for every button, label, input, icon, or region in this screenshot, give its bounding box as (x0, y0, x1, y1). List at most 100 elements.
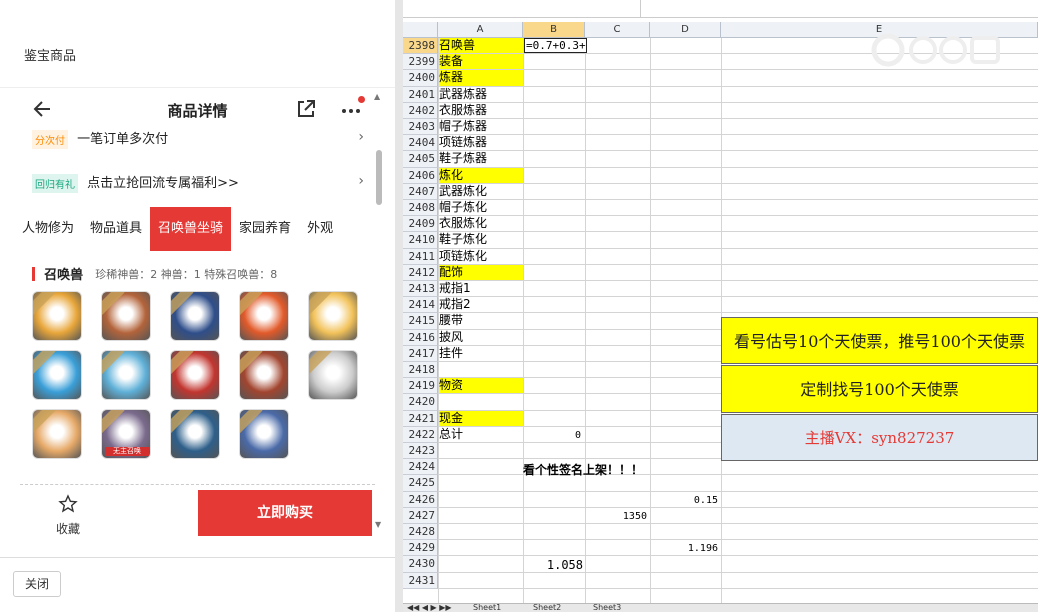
tab-character[interactable]: 人物修为 (14, 207, 82, 251)
summon-avatar[interactable] (308, 291, 358, 341)
cell-d2429[interactable]: 1.196 (650, 543, 718, 554)
row-header[interactable]: 2420 (403, 394, 438, 411)
row-header[interactable]: 2408 (403, 200, 438, 217)
summon-avatar[interactable] (308, 350, 358, 400)
buy-now-button[interactable]: 立即购买 (198, 490, 372, 536)
share-icon[interactable] (295, 98, 317, 120)
row-header[interactable]: 2401 (403, 86, 438, 103)
sheet-nav-arrows-icon[interactable]: ◀◀ ◀ ▶ ▶▶ (407, 603, 452, 612)
row-header[interactable]: 2425 (403, 475, 438, 492)
cell-a[interactable]: 炼化 (439, 167, 523, 183)
sheet-tab-1[interactable]: Sheet1 (473, 603, 501, 612)
cell-a[interactable] (439, 362, 523, 377)
row-header[interactable]: 2431 (403, 572, 438, 589)
row-header[interactable]: 2414 (403, 297, 438, 314)
summon-avatar[interactable] (32, 291, 82, 341)
cell-a[interactable] (439, 443, 523, 458)
cell-a[interactable]: 召唤兽 (439, 38, 523, 54)
cell-b2398-editor[interactable]: =0.7+0.3+ (524, 38, 587, 53)
row-header[interactable]: 2426 (403, 491, 438, 508)
row-header[interactable]: 2407 (403, 183, 438, 200)
summon-avatar[interactable]: 无主召唤 (101, 409, 151, 459)
column-header-b[interactable]: B (523, 22, 585, 38)
row-header[interactable]: 2413 (403, 281, 438, 298)
sheet-tab-3[interactable]: Sheet3 (593, 603, 621, 612)
cell-a[interactable] (439, 524, 523, 539)
cell-a[interactable]: 披风 (439, 330, 523, 345)
row-header[interactable]: 2422 (403, 426, 438, 443)
cell-a[interactable]: 帽子炼器 (439, 119, 523, 134)
summon-avatar[interactable] (239, 291, 289, 341)
notice-box-custom[interactable]: 定制找号100个天使票 (721, 365, 1038, 413)
cell-a[interactable]: 鞋子炼化 (439, 232, 523, 247)
row-header[interactable]: 2409 (403, 216, 438, 233)
cell-a[interactable]: 总计 (439, 427, 523, 442)
row-header[interactable]: 2417 (403, 345, 438, 362)
cell-a[interactable] (439, 475, 523, 490)
cell-a[interactable]: 现金 (439, 410, 523, 426)
row-header[interactable]: 2410 (403, 232, 438, 249)
row-header[interactable]: 2418 (403, 362, 438, 379)
row-header[interactable]: 2419 (403, 378, 438, 395)
row-header[interactable]: 2404 (403, 135, 438, 152)
row-header[interactable]: 2402 (403, 102, 438, 119)
row-header[interactable]: 2406 (403, 167, 438, 184)
cell-b2422-total[interactable]: 0 (523, 430, 581, 441)
row-header[interactable]: 2423 (403, 443, 438, 460)
tab-summons-mounts[interactable]: 召唤兽坐骑 (150, 207, 232, 251)
summon-avatar[interactable] (170, 409, 220, 459)
cell-a[interactable] (439, 540, 523, 555)
formula-bar-strip[interactable] (403, 0, 1038, 18)
cell-a[interactable]: 装备 (439, 54, 523, 70)
cell-a[interactable]: 物资 (439, 378, 523, 394)
cell-a[interactable] (439, 556, 523, 571)
cell-a[interactable]: 配饰 (439, 264, 523, 280)
cell-d2426[interactable]: 0.15 (650, 495, 718, 506)
cell-a[interactable] (439, 459, 523, 474)
summon-avatar[interactable] (32, 350, 82, 400)
summon-avatar[interactable] (32, 409, 82, 459)
cell-b2430[interactable]: 1.058 (523, 558, 583, 572)
cell-a[interactable]: 炼器 (439, 70, 523, 86)
cell-a[interactable]: 武器炼器 (439, 87, 523, 102)
cell-a[interactable]: 帽子炼化 (439, 200, 523, 215)
cell-a[interactable]: 项链炼化 (439, 249, 523, 264)
column-header-c[interactable]: C (585, 22, 650, 38)
cell-b2424-banner[interactable]: 看个性签名上架！！！ (523, 461, 655, 477)
favorite-button[interactable]: 收藏 (48, 494, 88, 537)
notice-box-contact[interactable]: 主播VX：syn827237 (721, 414, 1038, 461)
summon-avatar[interactable] (170, 350, 220, 400)
tab-home[interactable]: 家园养育 (231, 207, 299, 251)
row-header[interactable]: 2399 (403, 54, 438, 71)
row-header[interactable]: 2430 (403, 556, 438, 573)
cell-a[interactable]: 戒指2 (439, 297, 523, 312)
summon-avatar[interactable] (239, 350, 289, 400)
scroll-up-arrow-icon[interactable]: ▲ (374, 92, 380, 101)
cell-a[interactable]: 挂件 (439, 346, 523, 361)
cell-a[interactable] (439, 492, 523, 507)
row-header[interactable]: 2424 (403, 459, 438, 476)
row-header[interactable]: 2398 (403, 38, 438, 55)
row-header[interactable]: 2405 (403, 151, 438, 168)
tab-items[interactable]: 物品道具 (82, 207, 150, 251)
promo-installment[interactable]: 分次付 一笔订单多次付 › (32, 128, 364, 150)
row-header[interactable]: 2421 (403, 410, 438, 427)
cell-a[interactable]: 衣服炼器 (439, 103, 523, 118)
cell-a[interactable]: 鞋子炼器 (439, 151, 523, 166)
summon-avatar[interactable] (239, 409, 289, 459)
cell-a[interactable] (439, 573, 523, 588)
cell-a[interactable]: 武器炼化 (439, 184, 523, 199)
cell-a[interactable]: 衣服炼化 (439, 216, 523, 231)
row-header[interactable]: 2415 (403, 313, 438, 330)
close-button[interactable]: 关闭 (13, 571, 61, 597)
row-header[interactable]: 2428 (403, 524, 438, 541)
row-header[interactable]: 2411 (403, 248, 438, 265)
row-header[interactable]: 2412 (403, 264, 438, 281)
tab-appearance[interactable]: 外观 (299, 207, 341, 251)
summon-avatar[interactable] (101, 291, 151, 341)
scroll-down-arrow-icon[interactable]: ▼ (375, 520, 381, 529)
cell-a[interactable]: 戒指1 (439, 281, 523, 296)
cell-a[interactable] (439, 394, 523, 409)
column-header-d[interactable]: D (650, 22, 721, 38)
cell-a[interactable] (439, 508, 523, 523)
